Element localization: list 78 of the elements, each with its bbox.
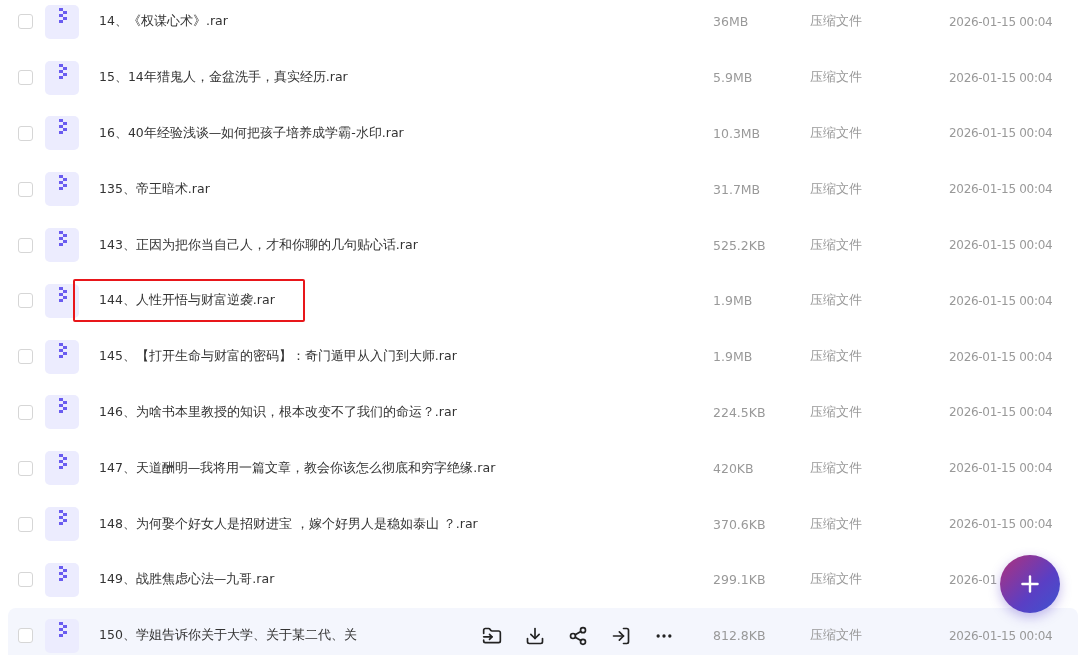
zip-file-icon bbox=[45, 4, 79, 39]
file-type: 压缩文件 bbox=[810, 403, 863, 421]
file-type: 压缩文件 bbox=[810, 125, 863, 142]
file-date: 2026-01-15 00:04 bbox=[949, 461, 1053, 476]
file-name[interactable]: 150、学姐告诉你关于大学、关于某二代、关 bbox=[99, 627, 357, 645]
download-icon[interactable] bbox=[525, 625, 545, 646]
file-size: 36MB bbox=[713, 14, 750, 30]
file-name[interactable]: 15、14年猎鬼人，金盆洗手，真实经历.rar bbox=[99, 69, 348, 87]
file-name[interactable]: 16、40年经验浅谈—如何把孩子培养成学霸-水印.rar bbox=[99, 125, 404, 142]
zip-file-icon bbox=[45, 618, 79, 653]
file-type: 压缩文件 bbox=[810, 236, 863, 254]
file-name[interactable]: 145、【打开生命与财富的密码】：奇门遁甲从入门到大师.rar bbox=[99, 348, 457, 366]
file-date: 2026-01 bbox=[949, 572, 998, 587]
file-name[interactable]: 143、正因为把你当自己人，才和你聊的几句贴心话.rar bbox=[99, 236, 418, 254]
checkbox[interactable] bbox=[18, 516, 33, 532]
import-icon[interactable] bbox=[611, 625, 631, 646]
file-size: 525.2KB bbox=[713, 237, 767, 253]
file-date: 2026-01-15 00:04 bbox=[949, 238, 1053, 253]
move-icon[interactable] bbox=[482, 625, 502, 646]
checkbox[interactable] bbox=[18, 460, 33, 476]
file-name[interactable]: 148、为何娶个好女人是招财进宝 ，嫁个好男人是稳如泰山 ？.rar bbox=[99, 515, 478, 533]
file-name[interactable]: 135、帝王暗术.rar bbox=[99, 180, 210, 198]
file-name[interactable]: 14、《权谋心术》.rar bbox=[99, 13, 228, 31]
file-date: 2026-01-15 00:04 bbox=[949, 182, 1053, 197]
file-date: 2026-01-15 00:04 bbox=[949, 405, 1053, 420]
file-size: 224.5KB bbox=[713, 404, 767, 420]
file-size: 1.9MB bbox=[713, 293, 754, 309]
add-button[interactable] bbox=[1000, 555, 1060, 613]
file-date: 2026-01-15 00:04 bbox=[949, 628, 1053, 643]
checkbox[interactable] bbox=[18, 126, 33, 141]
file-size: 31.7MB bbox=[713, 181, 762, 197]
zip-file-icon bbox=[45, 507, 79, 542]
file-size: 370.6KB bbox=[713, 516, 767, 532]
file-date: 2026-01-15 00:04 bbox=[949, 14, 1053, 29]
file-type: 压缩文件 bbox=[810, 571, 863, 589]
checkbox[interactable] bbox=[18, 404, 33, 420]
file-date: 2026-01-15 00:04 bbox=[949, 293, 1053, 308]
zip-file-icon bbox=[45, 116, 79, 151]
file-date: 2026-01-15 00:04 bbox=[949, 70, 1053, 85]
file-size: 420KB bbox=[713, 460, 755, 476]
file-row[interactable]: 150、学姐告诉你关于大学、关于某二代、关 812.8KB 压缩文件 2026-01-15 00:04 bbox=[8, 607, 1078, 655]
file-date: 2026-01-15 00:04 bbox=[949, 349, 1053, 364]
zip-file-icon bbox=[45, 451, 79, 486]
file-size: 5.9MB bbox=[713, 70, 754, 86]
file-type: 压缩文件 bbox=[810, 627, 863, 645]
zip-file-icon bbox=[45, 395, 79, 430]
zip-file-icon bbox=[45, 228, 79, 263]
file-name[interactable]: 147、天道酬明—我将用一篇文章，教会你该怎么彻底和穷字绝缘.rar bbox=[99, 459, 496, 477]
file-name[interactable]: 144、人性开悟与财富逆袭.rar bbox=[73, 279, 305, 323]
zip-file-icon bbox=[45, 60, 79, 95]
file-date: 2026-01-15 00:04 bbox=[949, 126, 1053, 141]
file-type: 压缩文件 bbox=[810, 292, 863, 310]
file-size: 1.9MB bbox=[713, 349, 754, 365]
file-size: 299.1KB bbox=[713, 572, 767, 588]
checkbox[interactable] bbox=[18, 293, 33, 309]
file-name[interactable]: 146、为啥书本里教授的知识，根本改变不了我们的命运？.rar bbox=[99, 403, 457, 421]
file-type: 压缩文件 bbox=[810, 180, 863, 198]
file-name[interactable]: 149、战胜焦虑心法—九哥.rar bbox=[99, 571, 275, 589]
zip-file-icon bbox=[45, 339, 79, 374]
checkbox[interactable] bbox=[18, 572, 33, 588]
checkbox[interactable] bbox=[18, 14, 33, 30]
zip-file-icon bbox=[45, 562, 79, 597]
checkbox[interactable] bbox=[18, 70, 33, 86]
file-date: 2026-01-15 00:04 bbox=[949, 517, 1053, 532]
checkbox[interactable] bbox=[18, 181, 33, 197]
checkbox[interactable] bbox=[18, 349, 33, 365]
file-type: 压缩文件 bbox=[810, 69, 863, 87]
zip-file-icon bbox=[45, 172, 79, 207]
file-type: 压缩文件 bbox=[810, 13, 863, 31]
file-type: 压缩文件 bbox=[810, 515, 863, 533]
checkbox[interactable] bbox=[18, 237, 33, 253]
file-size: 10.3MB bbox=[713, 126, 762, 141]
share-icon[interactable] bbox=[568, 625, 588, 646]
file-type: 压缩文件 bbox=[810, 348, 863, 366]
checkbox[interactable] bbox=[18, 628, 33, 644]
file-size: 812.8KB bbox=[713, 628, 767, 644]
zip-file-icon bbox=[45, 283, 79, 318]
file-type: 压缩文件 bbox=[810, 459, 863, 477]
